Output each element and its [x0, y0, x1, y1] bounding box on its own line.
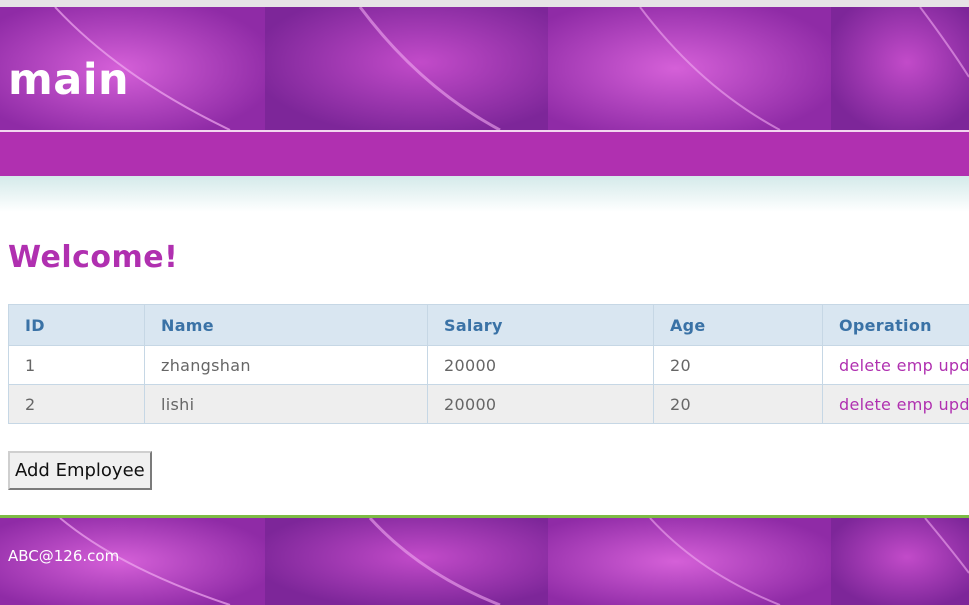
table-row: 1 zhangshan 20000 20 delete emp update e…	[8, 345, 969, 385]
update-emp-link[interactable]: update emp	[938, 395, 969, 414]
delete-emp-link[interactable]: delete emp	[839, 356, 933, 375]
menu-bar	[0, 132, 969, 176]
top-strip	[0, 0, 969, 7]
employee-table: ID Name Salary Age Operation 1 zhangshan…	[8, 304, 969, 424]
column-header-age: Age	[653, 304, 823, 346]
cell-operation: delete emp update emp	[822, 345, 969, 385]
cell-name: lishi	[144, 384, 428, 424]
add-employee-button[interactable]: Add Employee	[8, 451, 152, 490]
cell-id: 2	[8, 384, 145, 424]
cell-salary: 20000	[427, 345, 654, 385]
table-row: 2 lishi 20000 20 delete emp update emp	[8, 384, 969, 424]
cell-name: zhangshan	[144, 345, 428, 385]
footer-email: ABC@126.com	[8, 547, 120, 565]
site-title: main	[8, 55, 130, 105]
delete-emp-link[interactable]: delete emp	[839, 395, 933, 414]
column-header-operation: Operation	[822, 304, 969, 346]
footer-background-art	[0, 518, 969, 605]
cell-id: 1	[8, 345, 145, 385]
welcome-heading: Welcome!	[8, 240, 179, 275]
footer: ABC@126.com	[0, 518, 969, 605]
banner-background-art	[0, 7, 969, 130]
header-banner: main	[0, 7, 969, 130]
cell-age: 20	[653, 345, 823, 385]
fade-bar	[0, 176, 969, 212]
table-header-row: ID Name Salary Age Operation	[8, 304, 969, 346]
column-header-name: Name	[144, 304, 428, 346]
cell-salary: 20000	[427, 384, 654, 424]
column-header-salary: Salary	[427, 304, 654, 346]
column-header-id: ID	[8, 304, 145, 346]
cell-age: 20	[653, 384, 823, 424]
cell-operation: delete emp update emp	[822, 384, 969, 424]
update-emp-link[interactable]: update emp	[938, 356, 969, 375]
